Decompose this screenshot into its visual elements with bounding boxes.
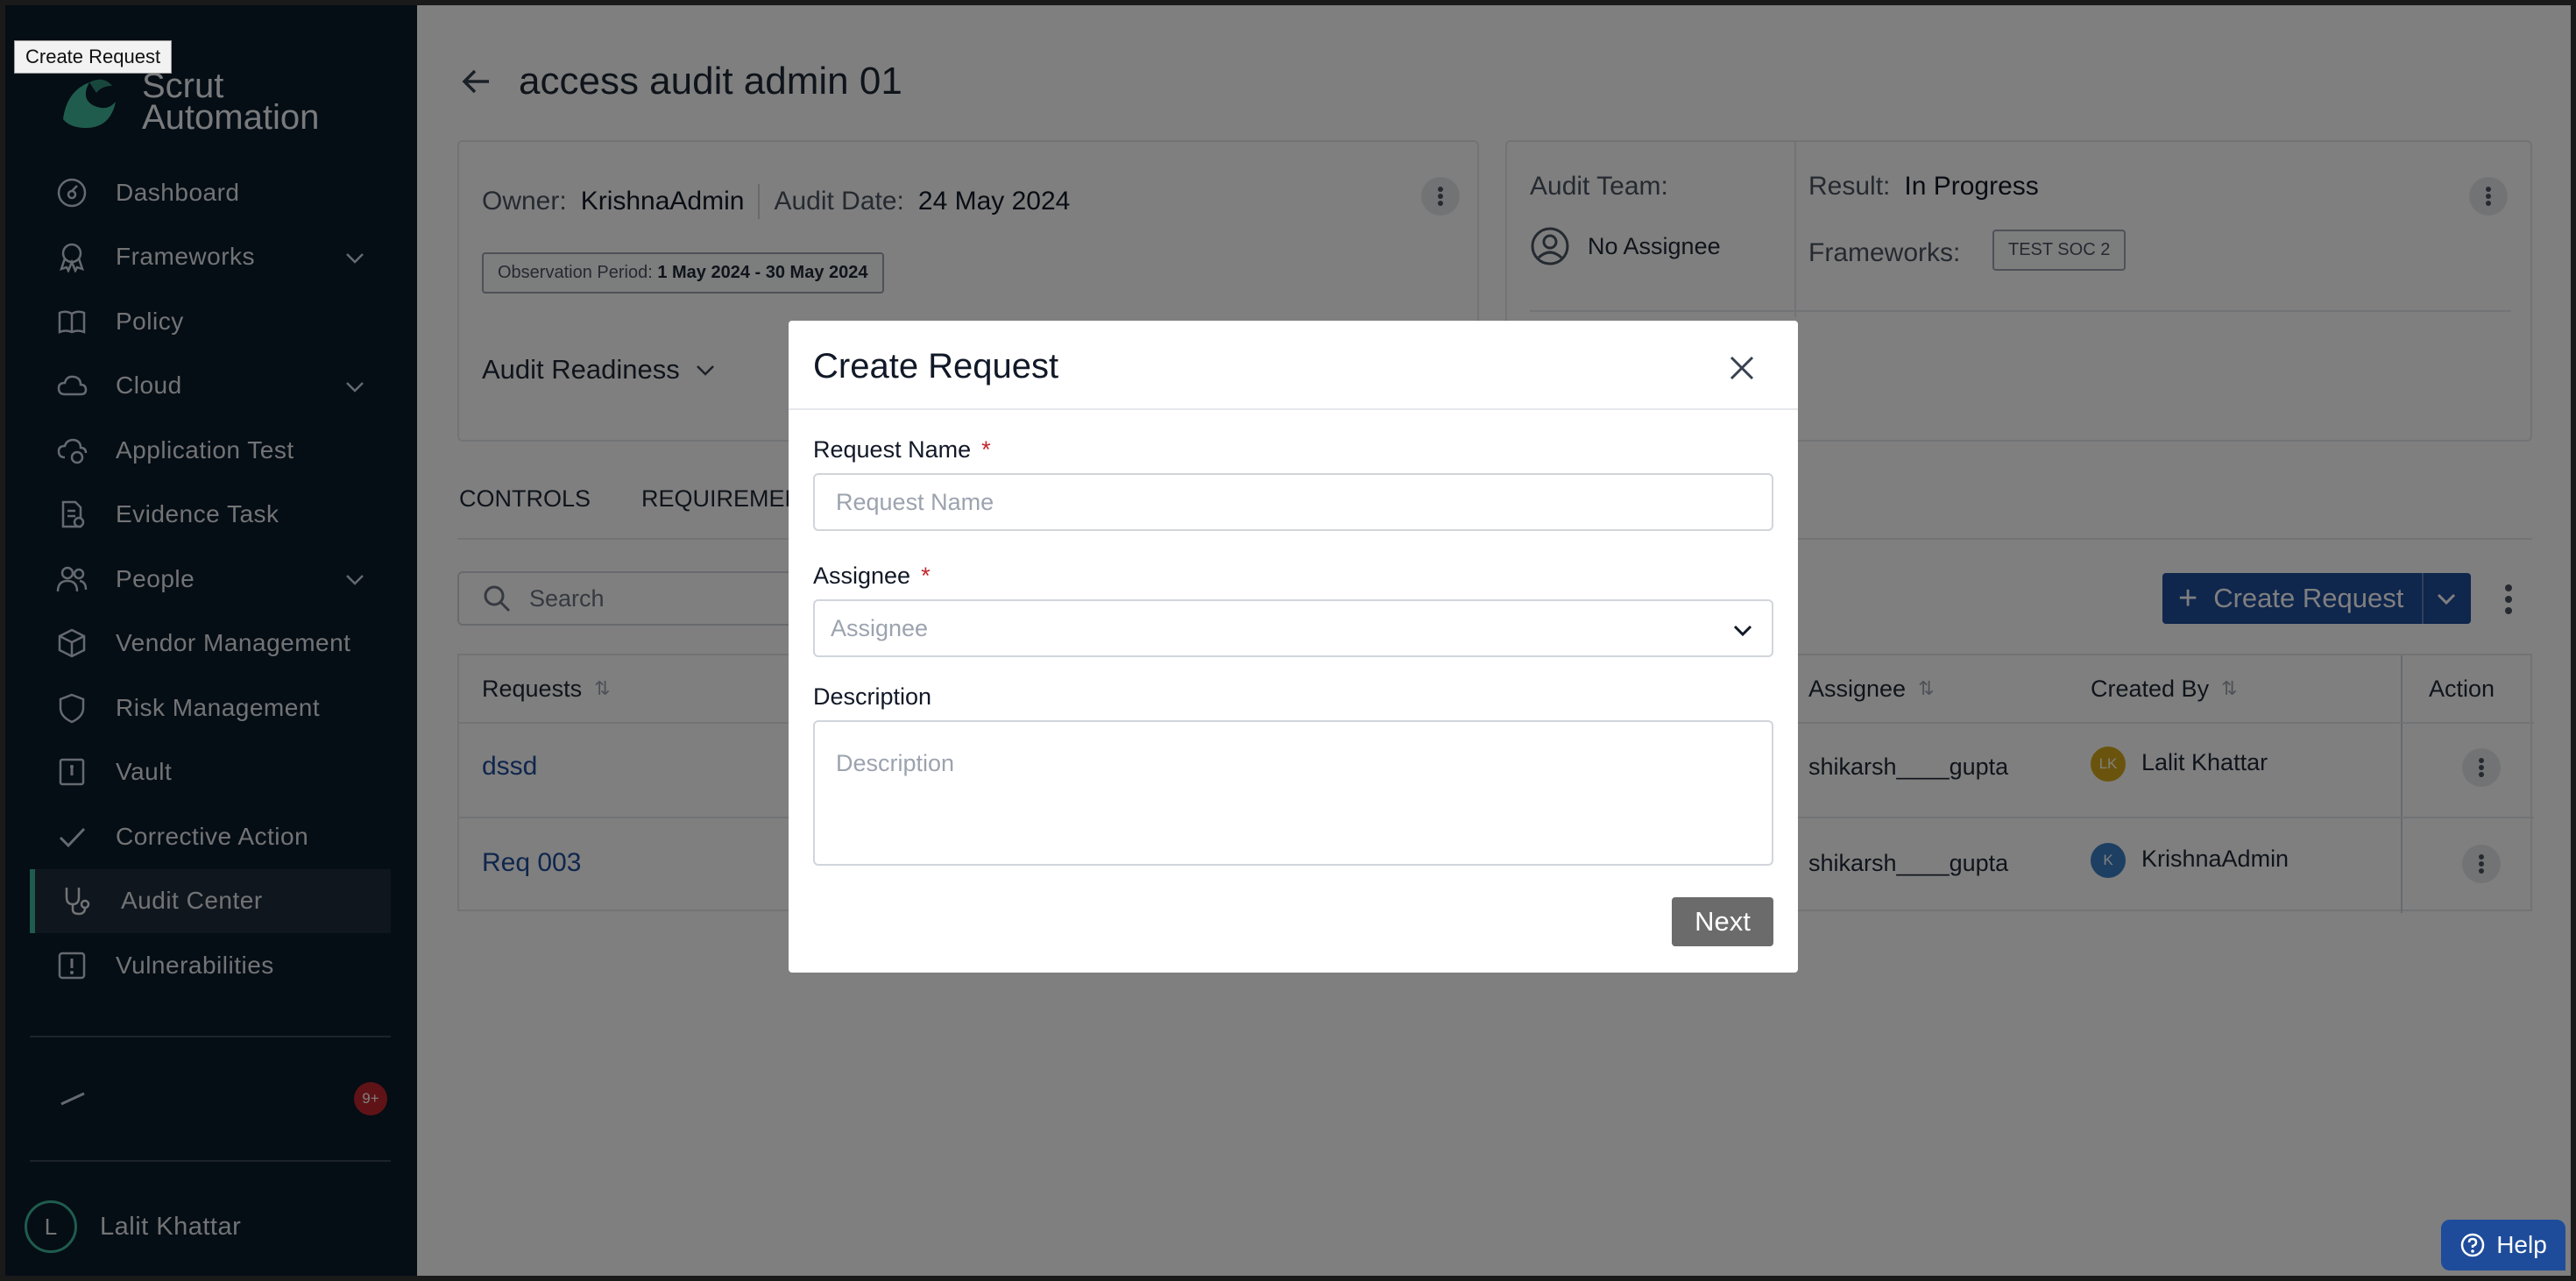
required-marker: * <box>981 436 991 463</box>
modal-title: Create Request <box>813 347 1059 386</box>
assignee-placeholder: Assignee <box>831 614 929 641</box>
request-name-input[interactable]: Request Name <box>813 473 1773 531</box>
required-marker: * <box>921 563 931 589</box>
next-button[interactable]: Next <box>1672 897 1773 946</box>
request-name-label: Request Name * <box>813 436 991 463</box>
tooltip: Create Request <box>14 40 173 74</box>
help-button[interactable]: Help <box>2441 1220 2565 1270</box>
description-placeholder: Description <box>836 750 955 776</box>
create-request-modal: Create Request Request Name * Request Nam… <box>789 321 1798 973</box>
close-icon[interactable] <box>1721 347 1763 389</box>
assignee-label: Assignee * <box>813 563 931 589</box>
description-label: Description <box>813 683 932 710</box>
request-name-placeholder: Request Name <box>836 488 994 515</box>
assignee-select[interactable]: Assignee <box>813 599 1773 657</box>
help-label: Help <box>2496 1231 2547 1258</box>
help-icon <box>2460 1233 2485 1257</box>
description-textarea[interactable]: Description <box>813 720 1773 866</box>
chevron-down-icon <box>1733 625 1752 637</box>
app-window: Scrut Automation Dashboard Frameworks Po… <box>0 0 2576 1281</box>
